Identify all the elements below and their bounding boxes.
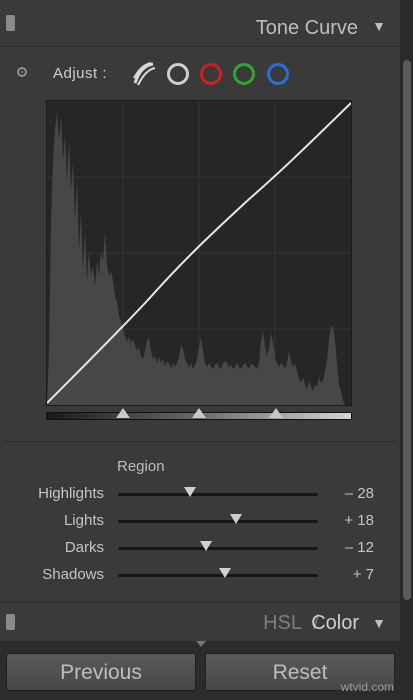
shadows-slider-track[interactable] xyxy=(118,574,318,577)
watermark: wtvid.com xyxy=(340,680,394,694)
highlights-slider-row: Highlights – 28 xyxy=(0,483,400,505)
histogram-area xyxy=(47,111,345,405)
adjust-row: Adjust : xyxy=(0,56,400,92)
color-tab[interactable]: Color xyxy=(311,612,359,635)
panel-scrollbar[interactable] xyxy=(400,0,413,700)
bottom-button-bar: Previous Reset wtvid.com xyxy=(0,641,400,700)
targeted-adjustment-icon[interactable] xyxy=(17,67,27,77)
hsl-color-header[interactable]: HSL / Color ▼ xyxy=(0,602,400,642)
bottom-panel-notch-icon[interactable] xyxy=(196,641,206,647)
panel-toggle-switch[interactable] xyxy=(6,15,15,31)
slider-label: Highlights xyxy=(38,485,104,502)
panel-title: Tone Curve xyxy=(255,17,358,39)
highlights-slider-thumb[interactable] xyxy=(184,487,196,497)
slider-value[interactable]: – 28 xyxy=(345,485,374,502)
slider-label: Lights xyxy=(63,512,104,529)
tone-curve-graph[interactable] xyxy=(46,100,352,406)
collapse-triangle-icon[interactable]: ▼ xyxy=(372,18,386,34)
scrollbar-thumb[interactable] xyxy=(403,60,411,600)
green-channel-circle-icon[interactable] xyxy=(233,63,255,85)
lights-slider-track[interactable] xyxy=(118,520,318,523)
lights-slider-thumb[interactable] xyxy=(230,514,242,524)
panel-toggle-switch[interactable] xyxy=(6,614,15,630)
tone-curve-header[interactable]: Tone Curve ▼ xyxy=(0,0,400,47)
darks-slider-row: Darks – 12 xyxy=(0,537,400,559)
previous-button[interactable]: Previous xyxy=(6,653,196,691)
rgb-point-curve-icon[interactable] xyxy=(131,61,157,87)
tone-curve-panel: Tone Curve ▼ Adjust : Region Highlights … xyxy=(0,0,400,700)
split-point-midtones-handle[interactable] xyxy=(192,408,206,418)
split-point-shadows-handle[interactable] xyxy=(115,408,130,418)
adjust-label: Adjust : xyxy=(53,65,108,82)
curve-svg xyxy=(47,101,351,405)
darks-slider-thumb[interactable] xyxy=(200,541,212,551)
slider-label: Shadows xyxy=(42,566,104,583)
highlights-slider-track[interactable] xyxy=(118,493,318,496)
slider-value[interactable]: + 7 xyxy=(353,566,374,583)
slider-value[interactable]: – 12 xyxy=(345,539,374,556)
slider-label: Darks xyxy=(64,539,104,556)
region-title: Region xyxy=(117,458,165,475)
lights-slider-row: Lights + 18 xyxy=(0,510,400,532)
red-channel-circle-icon[interactable] xyxy=(200,63,222,85)
collapse-triangle-icon[interactable]: ▼ xyxy=(372,615,386,631)
divider xyxy=(4,441,396,442)
hsl-tab[interactable]: HSL xyxy=(263,612,302,635)
split-point-highlights-handle[interactable] xyxy=(268,408,283,418)
darks-slider-track[interactable] xyxy=(118,547,318,550)
shadows-slider-thumb[interactable] xyxy=(219,568,231,578)
blue-channel-circle-icon[interactable] xyxy=(267,63,289,85)
luminance-channel-circle-icon[interactable] xyxy=(167,63,189,85)
slider-value[interactable]: + 18 xyxy=(344,512,374,529)
shadows-slider-row: Shadows + 7 xyxy=(0,564,400,586)
